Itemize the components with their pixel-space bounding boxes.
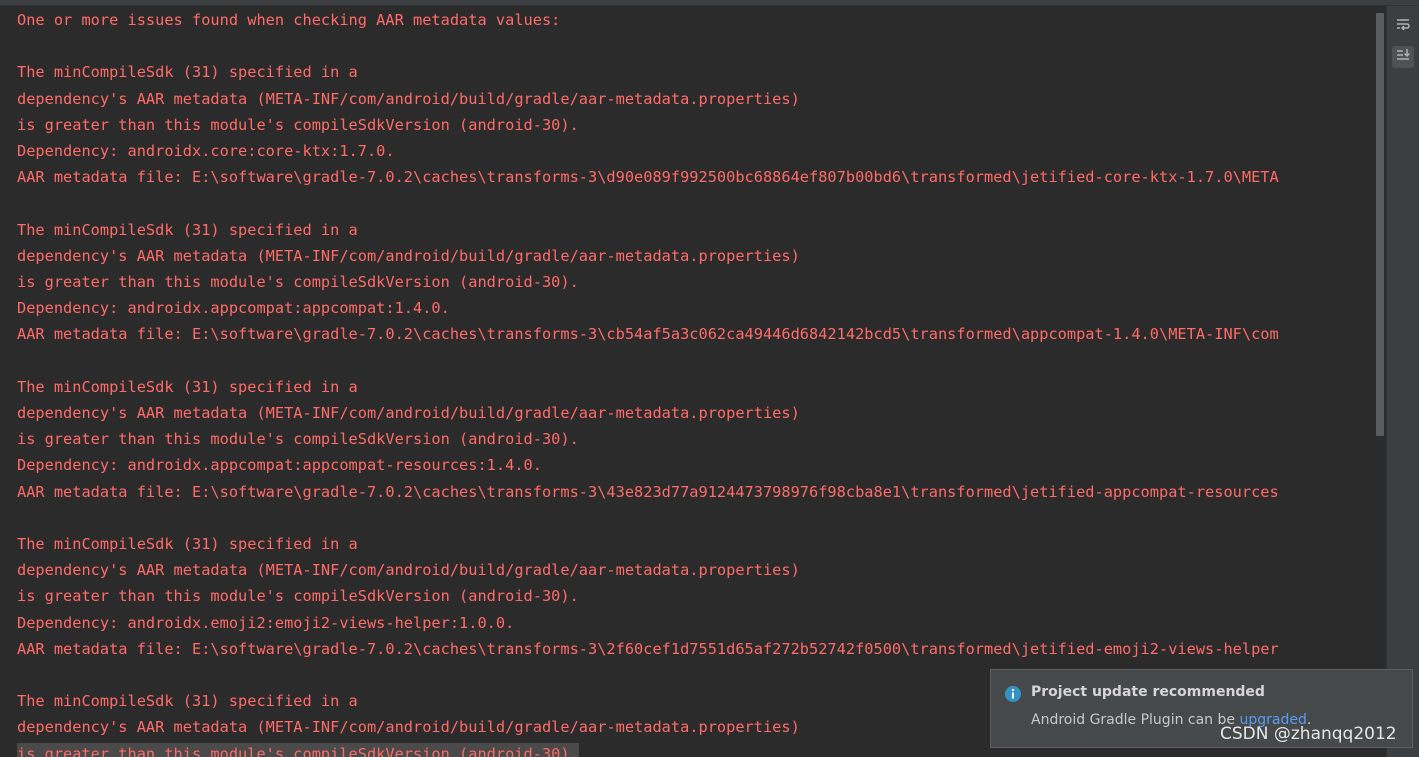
console-line: is greater than this module's compileSdk… xyxy=(17,587,579,606)
console-line: The minCompileSdk (31) specified in a xyxy=(17,535,358,553)
console-line: AAR metadata file: E:\software\gradle-7.… xyxy=(17,325,1279,344)
console-line: Dependency: androidx.appcompat:appcompat… xyxy=(17,456,542,475)
watermark: CSDN @zhanqq2012 xyxy=(1220,724,1397,744)
info-icon xyxy=(1004,685,1022,707)
console-line: is greater than this module's compileSdk… xyxy=(17,115,579,134)
notification-body-text: Android Gradle Plugin can be xyxy=(1031,712,1240,728)
console-line: One or more issues found when checking A… xyxy=(17,11,561,29)
console-line: Dependency: androidx.appcompat:appcompat… xyxy=(17,299,450,318)
soft-wrap-button[interactable] xyxy=(1392,16,1414,38)
console-line: The minCompileSdk (31) specified in a xyxy=(17,220,358,239)
notification-title: Project update recommended xyxy=(1031,684,1265,700)
console-line: AAR metadata file: E:\software\gradle-7.… xyxy=(17,482,1279,501)
console-line: is greater than this module's compileSdk… xyxy=(17,430,579,449)
console-line: dependency's AAR metadata (META-INF/com/… xyxy=(17,561,800,580)
console-line: Dependency: androidx.core:core-ktx:1.7.0… xyxy=(17,142,395,160)
build-output-console[interactable]: One or more issues found when checking A… xyxy=(0,6,1386,757)
soft-wrap-icon xyxy=(1395,17,1411,37)
console-line: Dependency: androidx.emoji2:emoji2-views… xyxy=(17,613,515,632)
console-line: dependency's AAR metadata (META-INF/com/… xyxy=(17,246,800,265)
console-line: AAR metadata file: E:\software\gradle-7.… xyxy=(17,168,1279,187)
console-line: The minCompileSdk (31) specified in a xyxy=(17,377,358,396)
console-line: The minCompileSdk (31) specified in a xyxy=(17,692,358,711)
console-line: dependency's AAR metadata (META-INF/com/… xyxy=(17,718,800,737)
console-line: AAR metadata file: E:\software\gradle-7.… xyxy=(17,639,1279,658)
console-line: is greater than this module's compileSdk… xyxy=(17,742,579,757)
console-line: is greater than this module's compileSdk… xyxy=(17,273,579,291)
console-line: dependency's AAR metadata (META-INF/com/… xyxy=(17,89,800,108)
console-line: dependency's AAR metadata (META-INF/com/… xyxy=(17,404,800,422)
vertical-scrollbar[interactable] xyxy=(1376,13,1384,436)
scroll-to-end-icon xyxy=(1395,47,1411,67)
console-line: The minCompileSdk (31) specified in a xyxy=(17,63,358,82)
scroll-to-end-button[interactable] xyxy=(1392,46,1414,68)
console-toolbar xyxy=(1386,6,1419,757)
